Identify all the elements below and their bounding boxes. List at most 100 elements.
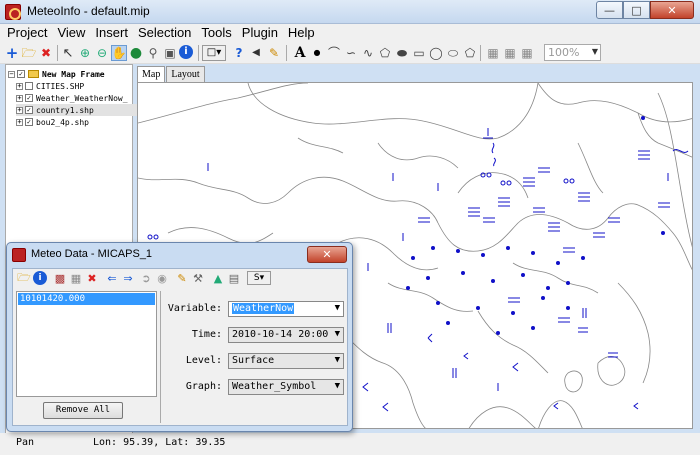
export-layout-icon[interactable]: ▦ [519, 45, 535, 61]
zoom-to-layer-icon[interactable]: ⚲ [145, 45, 161, 61]
menu-insert[interactable]: Insert [88, 24, 131, 42]
copy-layout-icon[interactable]: ▦ [502, 45, 518, 61]
select-icon[interactable]: ↖ [60, 45, 76, 61]
station-dot [406, 286, 410, 290]
select-feature-icon[interactable]: □▾ [202, 45, 226, 61]
dialog-body: 🗁 i ▩ ▦ ✖ ⇐ ⇒ ➲ ◉ ✎ ⚒ ▲ ▤ S▾ 10101420.00… [12, 268, 348, 426]
remove-all-button[interactable]: Remove All [43, 402, 123, 419]
station-dot [556, 261, 560, 265]
time-select[interactable]: 2010-10-14 20:00 ▼ [228, 327, 344, 343]
identify-icon[interactable]: i [179, 45, 193, 59]
zoom-level-select[interactable]: 100% ▼ [544, 44, 601, 61]
station-dot [546, 286, 550, 290]
open-folder-icon[interactable]: 🗁 [21, 45, 37, 61]
level-value: Surface [232, 355, 275, 366]
full-extent-globe-icon[interactable]: ● [128, 45, 144, 61]
variable-select[interactable]: WeatherNow ▼ [228, 301, 344, 317]
map-frame-icon [28, 70, 39, 78]
station-dot [566, 306, 570, 310]
map-frame-node[interactable]: − ✓ New Map Frame [8, 68, 105, 80]
menu-selection[interactable]: Selection [131, 24, 194, 42]
menu-help[interactable]: Help [281, 24, 318, 42]
layer-label: country1.shp [36, 105, 94, 115]
expand-icon[interactable]: + [16, 94, 23, 102]
layer-checkbox[interactable]: ✓ [25, 94, 33, 102]
open-folder-icon[interactable]: 🗁 [17, 271, 31, 285]
tab-layout[interactable]: Layout [166, 66, 205, 82]
text-icon[interactable]: A [292, 45, 308, 61]
layer-checkbox[interactable] [25, 82, 33, 90]
maximize-button[interactable]: □ [623, 1, 650, 19]
delete-icon[interactable]: ✖ [85, 271, 99, 285]
menu-project[interactable]: Project [0, 24, 50, 42]
time-label: Time: [191, 329, 222, 340]
divider [160, 291, 161, 423]
polygon-icon[interactable]: ⬠ [377, 45, 393, 61]
curve-polygon-icon[interactable]: ⬬ [394, 45, 410, 61]
minimize-button[interactable]: — [596, 1, 623, 19]
layer-item[interactable]: + ✓ bou2_4p.shp [16, 116, 89, 128]
measure-icon[interactable]: ? [231, 45, 247, 61]
station-points [406, 116, 665, 335]
curve-icon[interactable]: ∿ [360, 45, 376, 61]
circle-icon[interactable]: ◯ [428, 45, 444, 61]
point-icon[interactable]: ● [309, 45, 325, 61]
layer-item[interactable]: + CITIES.SHP [16, 80, 84, 92]
ellipse-icon[interactable]: ⬭ [445, 45, 461, 61]
tools-icon[interactable]: ⚒ [191, 271, 205, 285]
frame-checkbox[interactable]: ✓ [17, 70, 25, 78]
chart-icon[interactable]: ▲ [211, 271, 225, 285]
new-project-icon[interactable]: + [4, 45, 20, 61]
table-icon[interactable]: ▦ [69, 271, 83, 285]
print-layout-icon[interactable]: ▦ [485, 45, 501, 61]
expand-icon[interactable]: + [16, 106, 23, 114]
layer-checkbox[interactable]: ✓ [25, 118, 33, 126]
station-dot [541, 296, 545, 300]
menu-plugin[interactable]: Plugin [235, 24, 281, 42]
polyline-icon[interactable]: ⌒ [326, 45, 342, 61]
graph-icon[interactable]: ▤ [227, 271, 241, 285]
zoom-in-icon[interactable]: ⊕ [77, 45, 93, 61]
layer-checkbox[interactable]: ✓ [25, 106, 33, 114]
expand-icon[interactable]: + [16, 118, 23, 126]
close-button[interactable]: ✕ [650, 1, 694, 19]
level-select[interactable]: Surface ▼ [228, 353, 344, 369]
station-dot [506, 180, 512, 186]
file-list[interactable]: 10101420.000 [16, 291, 157, 397]
zoom-window-icon[interactable]: ▣ [162, 45, 178, 61]
settings-dropdown-icon[interactable]: S▾ [247, 271, 271, 285]
layer-item[interactable]: + ✓ country1.shp [16, 104, 138, 116]
arrow-left-icon[interactable]: ⇐ [105, 271, 119, 285]
station-dot [566, 281, 570, 285]
menu-view[interactable]: View [50, 24, 88, 42]
delete-icon[interactable]: ✖ [38, 45, 54, 61]
tab-map[interactable]: Map [137, 66, 166, 83]
station-dot [431, 246, 435, 250]
arrow-right-icon[interactable]: ⇒ [121, 271, 135, 285]
time-value: 2010-10-14 20:00 [232, 329, 329, 340]
freehand-line-icon[interactable]: ∽ [343, 45, 359, 61]
pan-hand-icon[interactable]: ✋ [111, 45, 127, 61]
station-dot [581, 256, 585, 260]
info-icon[interactable]: i [33, 271, 47, 285]
animation-icon[interactable]: ➲ [139, 271, 153, 285]
rectangle-icon[interactable]: ▭ [411, 45, 427, 61]
stop-icon[interactable]: ◉ [155, 271, 169, 285]
stations-icon[interactable]: ▩ [53, 271, 67, 285]
zoom-out-icon[interactable]: ⊖ [94, 45, 110, 61]
menu-bar: Project View Insert Selection Tools Plug… [0, 24, 700, 42]
dialog-close-button[interactable]: ✕ [307, 246, 347, 263]
expand-icon[interactable]: + [16, 82, 23, 90]
draw-icon[interactable]: ✎ [175, 271, 189, 285]
menu-tools[interactable]: Tools [194, 24, 234, 42]
freehand-polygon-icon[interactable]: ⬠ [462, 45, 478, 61]
station-dot [521, 273, 525, 277]
list-item[interactable]: 10101420.000 [18, 293, 155, 305]
graph-select[interactable]: Weather_Symbol ▼ [228, 379, 344, 395]
collapse-icon[interactable]: − [8, 70, 15, 78]
chevron-down-icon: ▼ [334, 381, 340, 391]
edit-icon[interactable]: ✎ [266, 45, 282, 61]
layer-item[interactable]: + ✓ Weather_WeatherNow_ [16, 92, 128, 104]
station-dot [491, 279, 495, 283]
label-icon[interactable]: ◀ [248, 45, 264, 61]
